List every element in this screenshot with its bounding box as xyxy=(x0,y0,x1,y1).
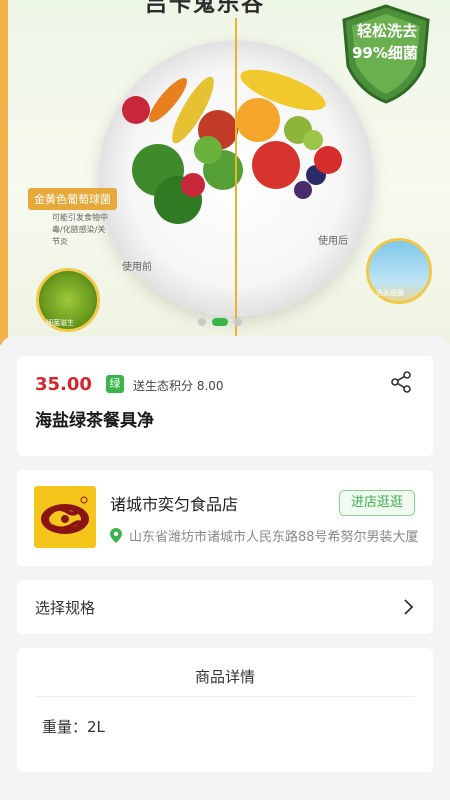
price: 35.00 xyxy=(35,374,92,395)
banner-title: 吕卡鬼乐谷 xyxy=(145,0,266,17)
shop-name: 诸城市奕匀食品店 xyxy=(110,495,239,514)
shield-text-line1: 轻松洗去 xyxy=(357,22,418,40)
product-name: 海盐绿茶餐具净 xyxy=(35,411,154,431)
before-label: 使用前 xyxy=(122,262,152,273)
shop-card[interactable]: 诸城市奕匀食品店 进店逛逛 山东省潍坊市诸城市人民东路88号希努尔男装大厦 xyxy=(17,470,433,566)
shop-logo[interactable] xyxy=(34,486,96,548)
bacteria-tag: 金黄色葡萄球菌 xyxy=(28,188,117,210)
weight-label: 重量： xyxy=(42,718,88,736)
weight-row: 重量：2L xyxy=(42,716,105,737)
spec-selector[interactable]: 选择规格 xyxy=(17,580,433,634)
product-image-carousel[interactable]: 吕卡鬼乐谷 轻松洗去 99%细菌 金黄色葡萄球菌 可能引发食物中毒/化脓感染/关… xyxy=(0,0,450,345)
shop-logo-emblem xyxy=(41,496,89,534)
detail-divider xyxy=(35,696,415,697)
bacteria-description: 可能引发食物中毒/化脓感染/关节炎 xyxy=(52,213,108,246)
product-detail-card: 商品详情 重量：2L xyxy=(17,648,433,772)
after-circle-label: 洗去细菌 xyxy=(376,289,404,297)
spec-label: 选择规格 xyxy=(35,599,96,617)
visit-shop-button[interactable]: 进店逛逛 xyxy=(339,490,415,516)
before-circle-label: 细菌滋生 xyxy=(46,319,74,327)
carousel-dot[interactable] xyxy=(198,318,206,326)
share-icon[interactable] xyxy=(389,370,413,394)
banner-edge-strip xyxy=(0,0,8,345)
carousel-dot[interactable] xyxy=(234,318,242,326)
shield-text-line2: 99%细菌 xyxy=(352,44,418,62)
after-label: 使用后 xyxy=(318,236,348,247)
weight-value: 2L xyxy=(87,718,105,736)
price-card: 35.00 绿 送生态积分 8.00 海盐绿茶餐具净 xyxy=(17,356,433,456)
carousel-indicator xyxy=(198,318,242,326)
shop-address: 山东省潍坊市诸城市人民东路88号希努尔男装大厦 xyxy=(129,530,419,545)
location-icon xyxy=(110,528,122,543)
eco-points: 送生态积分 8.00 xyxy=(133,379,224,393)
chevron-right-icon xyxy=(404,599,414,615)
before-after-divider xyxy=(235,18,237,338)
detail-title: 商品详情 xyxy=(194,668,255,686)
carousel-dot-active[interactable] xyxy=(212,318,228,326)
green-badge: 绿 xyxy=(106,375,124,393)
